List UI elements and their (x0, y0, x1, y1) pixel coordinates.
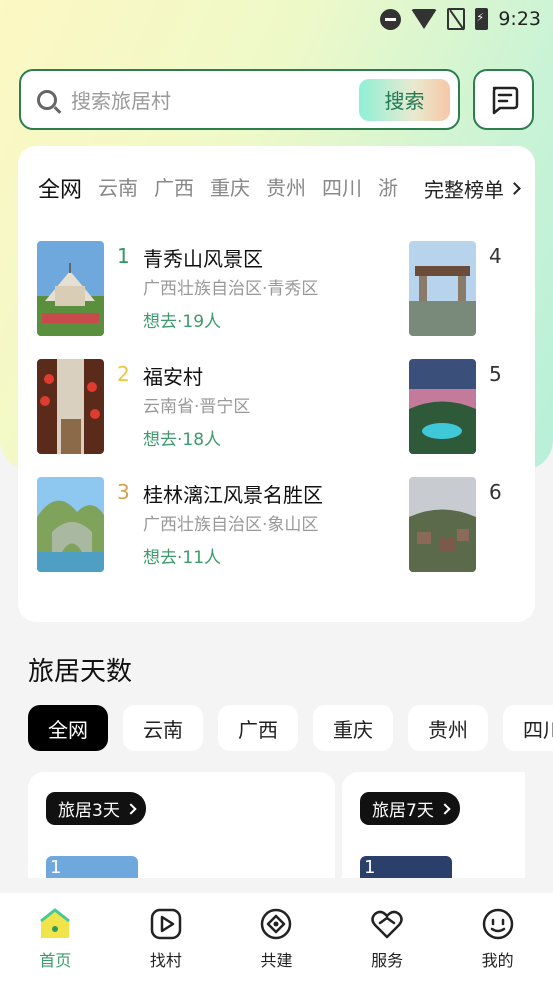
nav-label: 我的 (481, 951, 514, 970)
status-time: 9:23 (498, 8, 541, 30)
want-count: 想去·19人 (143, 312, 222, 332)
nav-label: 服务 (371, 951, 404, 970)
place-photo: 1 (360, 856, 452, 878)
days-tab-all[interactable]: 全网 (28, 705, 108, 751)
search-button[interactable]: 搜索 (359, 78, 450, 121)
nav-label: 首页 (39, 951, 72, 970)
place-photo (37, 241, 104, 336)
rank-number: 2 (117, 362, 130, 386)
rank-number: 5 (489, 362, 502, 386)
rank-number: 4 (489, 244, 502, 268)
ranking-item[interactable]: 6 (409, 477, 535, 573)
tab-zhejiang[interactable]: 浙 (378, 172, 398, 204)
place-location: 广西壮族自治区·青秀区 (143, 279, 319, 299)
full-list-label: 完整榜单 (424, 178, 504, 202)
days-card[interactable]: 旅居3天 1 (28, 772, 335, 878)
days-region-tabs: 全网 云南 广西 重庆 贵州 四川 (28, 705, 553, 753)
wifi-icon (411, 9, 438, 29)
battery-charging-icon (475, 8, 489, 30)
days-badge[interactable]: 旅居3天 (46, 792, 146, 825)
ranking-card: 全网 云南 广西 重庆 贵州 四川 浙 完整榜单 1 青秀山风景区 广西壮族自治… (18, 146, 535, 622)
tab-yunnan[interactable]: 云南 (98, 172, 138, 204)
bottom-nav: 首页 找村 共建 服务 我的 (0, 893, 553, 983)
ranking-item[interactable]: 4 (409, 241, 535, 337)
place-location: 广西壮族自治区·象山区 (143, 515, 319, 535)
rank-number: 1 (50, 857, 62, 878)
nav-home[interactable]: 首页 (15, 907, 95, 971)
tab-guizhou[interactable]: 贵州 (266, 172, 306, 204)
heart-hands-icon (370, 907, 404, 941)
place-location: 云南省·晋宁区 (143, 397, 251, 417)
place-photo (409, 477, 476, 572)
tab-chongqing[interactable]: 重庆 (210, 172, 250, 204)
ranking-item[interactable]: 2 福安村 云南省·晋宁区 想去·18人 (37, 359, 397, 455)
search-icon (37, 89, 57, 110)
nav-find-village[interactable]: 找村 (126, 907, 206, 971)
days-tab-sichuan[interactable]: 四川 (503, 705, 553, 751)
tab-guangxi[interactable]: 广西 (154, 172, 194, 204)
days-tab-guizhou[interactable]: 贵州 (408, 705, 488, 751)
nav-label: 共建 (260, 951, 293, 970)
ranking-item[interactable]: 5 (409, 359, 535, 455)
do-not-disturb-icon (380, 8, 402, 30)
rank-number: 6 (489, 480, 502, 504)
want-count: 想去·11人 (143, 548, 222, 568)
nav-mine[interactable]: 我的 (458, 907, 538, 971)
home-icon (38, 907, 72, 941)
search-bar[interactable]: 搜索旅居村 搜索 (19, 69, 460, 130)
message-button[interactable] (473, 69, 534, 130)
region-tabs: 全网 云南 广西 重庆 贵州 四川 浙 (38, 172, 408, 204)
place-photo (37, 359, 104, 454)
place-photo (37, 477, 104, 572)
days-tab-yunnan[interactable]: 云南 (123, 705, 203, 751)
place-photo (409, 241, 476, 336)
message-icon (492, 86, 518, 114)
place-name: 青秀山风景区 (143, 247, 263, 271)
status-bar: 9:23 (0, 0, 553, 38)
place-name: 福安村 (143, 365, 203, 389)
rank-number: 1 (364, 857, 376, 878)
video-play-icon (149, 907, 183, 941)
nav-service[interactable]: 服务 (347, 907, 427, 971)
days-tab-guangxi[interactable]: 广西 (218, 705, 298, 751)
want-count: 想去·18人 (143, 430, 222, 450)
place-photo (409, 359, 476, 454)
rank-number: 3 (117, 480, 130, 504)
days-badge[interactable]: 旅居7天 (360, 792, 460, 825)
nav-label: 找村 (149, 951, 182, 970)
place-name: 桂林漓江风景名胜区 (143, 483, 323, 507)
tab-sichuan[interactable]: 四川 (322, 172, 362, 204)
no-sim-icon (447, 8, 466, 30)
days-card[interactable]: 旅居7天 1 (342, 772, 525, 878)
place-photo: 1 (46, 856, 138, 878)
ranking-item[interactable]: 3 桂林漓江风景名胜区 广西壮族自治区·象山区 想去·11人 (37, 477, 397, 573)
build-circle-icon (259, 907, 293, 941)
search-input[interactable]: 搜索旅居村 (71, 85, 359, 114)
rank-number: 1 (117, 244, 130, 268)
days-cards: 旅居3天 1 旅居7天 1 (28, 772, 525, 878)
ranking-item[interactable]: 1 青秀山风景区 广西壮族自治区·青秀区 想去·19人 (37, 241, 397, 337)
nav-co-build[interactable]: 共建 (236, 907, 316, 971)
days-tab-chongqing[interactable]: 重庆 (313, 705, 393, 751)
chevron-right-icon (508, 182, 521, 195)
section-title: 旅居天数 (28, 657, 133, 687)
tab-all[interactable]: 全网 (38, 172, 82, 204)
full-list-link[interactable]: 完整榜单 (416, 174, 521, 203)
face-smile-icon (481, 907, 515, 941)
